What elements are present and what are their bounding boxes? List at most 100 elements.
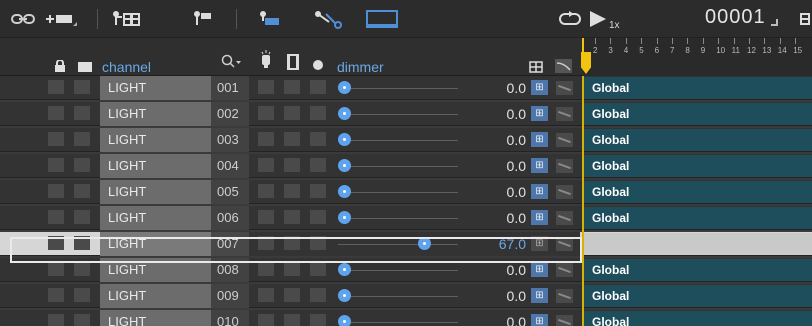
- channel-row[interactable]: LIGHT 010 0.0 ⊞ Global: [0, 310, 812, 326]
- timeline-cue-cell[interactable]: Global: [584, 285, 812, 307]
- dimmer-slider-knob[interactable]: [338, 159, 351, 172]
- lock-toggle[interactable]: [48, 158, 64, 172]
- dimmer-value[interactable]: 0.0: [480, 310, 526, 326]
- lock-toggle[interactable]: [48, 184, 64, 198]
- active-toggle[interactable]: [258, 288, 274, 302]
- solo-toggle[interactable]: [284, 80, 300, 94]
- frame-dropdown-icon[interactable]: [771, 19, 778, 26]
- record-toggle[interactable]: [310, 314, 326, 326]
- timeline-cue-cell[interactable]: Global: [584, 259, 812, 281]
- hide-toggle[interactable]: [74, 262, 90, 276]
- dimmer-value[interactable]: 0.0: [480, 76, 526, 100]
- active-toggle[interactable]: [258, 262, 274, 276]
- frame-counter[interactable]: 00001: [705, 6, 766, 29]
- curve-toggle-icon[interactable]: [556, 107, 573, 121]
- lock-icon[interactable]: [54, 59, 66, 77]
- timeline-cue-cell[interactable]: Global: [584, 129, 812, 151]
- dimmer-slider-track[interactable]: [338, 270, 458, 271]
- lock-toggle[interactable]: [48, 288, 64, 302]
- timeline-cue-cell[interactable]: Global: [584, 207, 812, 229]
- channel-row[interactable]: LIGHT 009 0.0 ⊞ Global: [0, 284, 812, 308]
- record-toggle[interactable]: [310, 80, 326, 94]
- hide-toggle[interactable]: [74, 80, 90, 94]
- scissors-icon[interactable]: [312, 6, 346, 32]
- play-icon[interactable]: [586, 6, 610, 32]
- monitor-icon[interactable]: [364, 6, 400, 32]
- timeline-ruler[interactable]: 2 3 4 5 6 7 8 9 10 11 12 13 14 15: [583, 38, 812, 76]
- active-toggle[interactable]: [258, 314, 274, 326]
- record-toggle[interactable]: [310, 184, 326, 198]
- record-toggle[interactable]: [310, 132, 326, 146]
- grid-toggle-icon[interactable]: ⊞: [531, 184, 548, 199]
- curve-toggle-icon[interactable]: [556, 133, 573, 147]
- group-icon[interactable]: [110, 6, 144, 32]
- dimmer-slider-track[interactable]: [338, 114, 458, 115]
- bulb-icon[interactable]: [260, 50, 272, 75]
- hide-toggle[interactable]: [74, 158, 90, 172]
- curve-toggle-icon[interactable]: [556, 211, 573, 225]
- timeline-cue-cell[interactable]: Global: [584, 311, 812, 326]
- solo-toggle[interactable]: [284, 158, 300, 172]
- solo-toggle[interactable]: [284, 210, 300, 224]
- active-toggle[interactable]: [258, 210, 274, 224]
- hide-toggle[interactable]: [74, 314, 90, 326]
- grid-toggle-icon[interactable]: ⊞: [531, 132, 548, 147]
- grid-toggle-icon[interactable]: ⊞: [531, 262, 548, 277]
- active-toggle[interactable]: [258, 106, 274, 120]
- hide-toggle[interactable]: [74, 210, 90, 224]
- hide-toggle[interactable]: [74, 184, 90, 198]
- lock-toggle[interactable]: [48, 210, 64, 224]
- dimmer-slider-knob[interactable]: [338, 81, 351, 94]
- solo-toggle[interactable]: [284, 106, 300, 120]
- channel-column-label[interactable]: channel: [102, 59, 151, 75]
- dimmer-value[interactable]: 0.0: [480, 206, 526, 230]
- dimmer-slider-knob[interactable]: [338, 185, 351, 198]
- grid-toggle-icon[interactable]: ⊞: [531, 158, 548, 173]
- channel-row[interactable]: LIGHT 003 0.0 ⊞ Global: [0, 128, 812, 152]
- active-toggle[interactable]: [258, 132, 274, 146]
- playhead[interactable]: [581, 38, 591, 74]
- grid-toggle-icon[interactable]: ⊞: [531, 314, 548, 326]
- lock-toggle[interactable]: [48, 106, 64, 120]
- lock-toggle[interactable]: [48, 314, 64, 326]
- overflow-icon[interactable]: [796, 6, 812, 32]
- dimmer-slider-track[interactable]: [338, 166, 458, 167]
- solo-toggle[interactable]: [284, 314, 300, 326]
- flag-icon[interactable]: [256, 6, 286, 32]
- dimmer-value[interactable]: 0.0: [480, 284, 526, 308]
- lock-toggle[interactable]: [48, 80, 64, 94]
- timeline-cue-cell[interactable]: [584, 233, 812, 255]
- solo-toggle[interactable]: [284, 262, 300, 276]
- curve-toggle-icon[interactable]: [556, 263, 573, 277]
- dimmer-slider-track[interactable]: [338, 140, 458, 141]
- record-toggle[interactable]: [310, 106, 326, 120]
- solo-toggle[interactable]: [284, 288, 300, 302]
- active-toggle[interactable]: [258, 158, 274, 172]
- hide-toggle[interactable]: [74, 288, 90, 302]
- dimmer-column-label[interactable]: dimmer: [337, 59, 384, 75]
- channel-row[interactable]: LIGHT 006 0.0 ⊞ Global: [0, 206, 812, 230]
- grid-toggle-icon[interactable]: ⊞: [531, 106, 548, 121]
- curve-toggle-icon[interactable]: [556, 289, 573, 303]
- dimmer-slider-knob[interactable]: [338, 315, 351, 326]
- link-icon[interactable]: [10, 6, 36, 32]
- record-toggle[interactable]: [310, 158, 326, 172]
- record-toggle[interactable]: [310, 288, 326, 302]
- lock-toggle[interactable]: [48, 262, 64, 276]
- record-toggle[interactable]: [310, 262, 326, 276]
- hide-toggle[interactable]: [74, 106, 90, 120]
- record-toggle[interactable]: [310, 210, 326, 224]
- curve-toggle-icon[interactable]: [556, 315, 573, 326]
- dot-icon[interactable]: [312, 58, 324, 76]
- hide-toggle[interactable]: [74, 132, 90, 146]
- active-toggle[interactable]: [258, 80, 274, 94]
- dimmer-slider-knob[interactable]: [338, 289, 351, 302]
- active-toggle[interactable]: [258, 184, 274, 198]
- dimmer-slider-track[interactable]: [338, 296, 458, 297]
- dimmer-slider-track[interactable]: [338, 192, 458, 193]
- lock-toggle[interactable]: [48, 132, 64, 146]
- grid-toggle-icon[interactable]: ⊞: [531, 288, 548, 303]
- search-icon[interactable]: [221, 54, 243, 75]
- timeline-cue-cell[interactable]: Global: [584, 155, 812, 177]
- curve-toggle-icon[interactable]: [556, 159, 573, 173]
